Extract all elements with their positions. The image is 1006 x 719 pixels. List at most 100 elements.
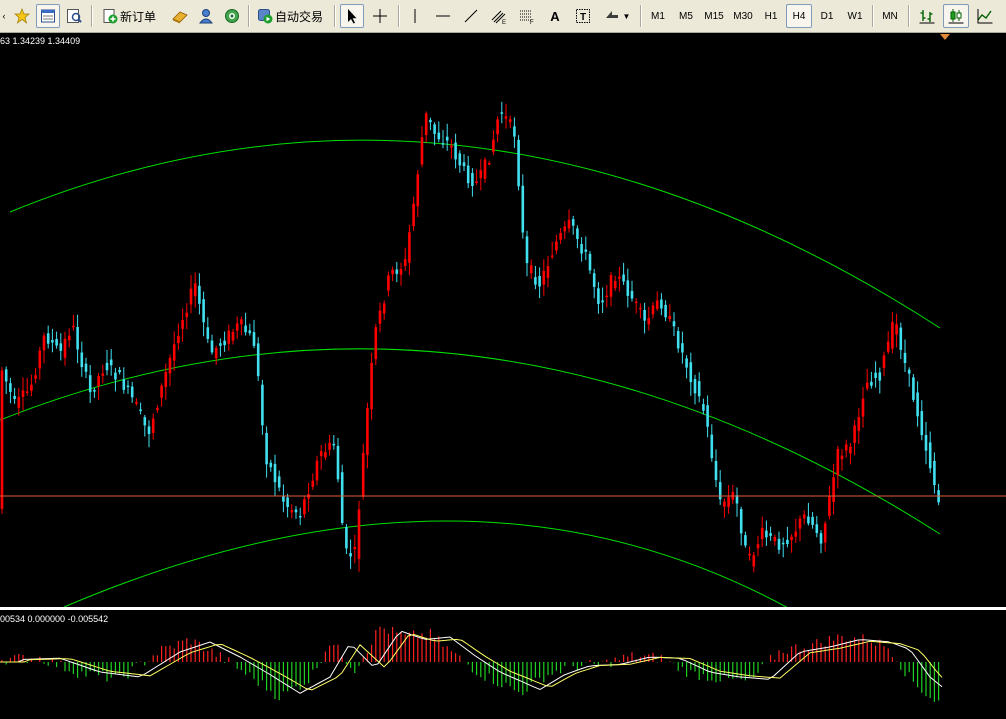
timeframe-label: W1 [847,10,863,22]
data-window-icon[interactable] [62,4,86,28]
market-watch-icon[interactable] [36,4,60,28]
candle-body [366,408,369,455]
trendline-icon[interactable] [459,4,483,28]
text-tool-icon[interactable]: A [543,4,567,28]
candle-body [504,116,508,119]
price-chart[interactable]: 63 1.34239 1.34409 [0,34,1006,607]
candle-body [609,275,613,297]
candle-body [55,339,58,346]
fibonacci-icon[interactable]: F [515,4,539,28]
candle-body [727,496,730,507]
candle-body [88,375,92,393]
timeframe-w1[interactable]: W1 [842,4,868,28]
candle-body [765,530,768,538]
candle-body [303,499,306,515]
candle-body [521,185,525,233]
toolbar-overflow-icon[interactable]: ‹ [0,4,8,28]
candle-body [25,391,29,393]
account-user-icon[interactable] [194,4,218,28]
candle-body [181,319,184,329]
candle-body [660,299,663,309]
timeframe-d1[interactable]: D1 [814,4,840,28]
candle-body [105,362,109,371]
timeframe-h4[interactable]: H4 [786,4,812,28]
candle-body [878,372,882,381]
candle-body [702,404,705,411]
candle-body [874,372,877,378]
candle-body [723,501,726,507]
timeframe-h1[interactable]: H1 [758,4,784,28]
timeframe-label: M30 [733,10,753,22]
timeframe-label: H4 [792,10,806,22]
new-order-button[interactable]: 新订单 [98,4,162,28]
candle-body [471,173,474,186]
candle-body [777,538,781,550]
candle-body [563,226,567,232]
candle-body [72,325,75,328]
signals-icon[interactable] [220,4,244,28]
candle-body [496,119,499,135]
candle-body [76,327,79,350]
candle-body [13,395,16,399]
toolbar-separator [91,5,92,27]
candlestick-chart-icon[interactable] [943,4,969,28]
arrows-dropdown-icon[interactable]: ▼ [599,4,635,28]
candle-body [210,340,214,353]
candle-body [811,516,814,525]
favorites-star-icon[interactable] [10,4,34,28]
candle-body [298,516,302,518]
bar-chart-icon[interactable] [914,4,940,28]
candle-body [38,350,42,369]
candle-body [164,372,168,387]
candle-body [177,336,180,343]
candle-body [655,300,659,309]
history-center-icon[interactable] [168,4,192,28]
candle-body [739,509,743,534]
candle-body [576,228,579,239]
candle-body [639,307,642,310]
candle-body [84,363,88,372]
new-order-icon [103,9,118,24]
candle-body [290,510,294,513]
timeframe-m5[interactable]: M5 [673,4,699,28]
candle-body [571,219,575,226]
candle-body [80,352,84,368]
candle-body [844,444,848,451]
candle-body [387,275,390,291]
candle-body [542,271,546,285]
candle-body [319,451,323,457]
toolbar-separator [640,5,641,27]
cursor-arrow-icon[interactable] [340,4,364,28]
auto-trading-button[interactable]: 自动交易 [253,4,329,28]
timeframe-m1[interactable]: M1 [645,4,671,28]
toolbar-separator [398,5,399,27]
candle-body [122,379,126,390]
timeframe-mn[interactable]: MN [877,4,903,28]
candle-body [21,390,25,397]
oscillator-subwindow[interactable]: 00534 0.000000 -0.005542 [0,610,1006,713]
candle-body [59,343,63,351]
candle-body [9,383,12,392]
equidistant-channel-icon[interactable]: E [487,4,511,28]
horizontal-line-icon[interactable] [431,4,455,28]
candle-body [525,236,529,264]
candle-body [790,536,793,541]
vertical-line-icon[interactable] [403,4,427,28]
candle-body [189,288,193,305]
candle-body [370,363,373,410]
svg-text:E: E [502,20,506,24]
line-chart-icon[interactable] [972,4,998,28]
candle-body [109,359,113,366]
candle-body [492,139,495,152]
candle-body [378,310,382,324]
timeframe-m15[interactable]: M15 [700,4,728,28]
crosshair-icon[interactable] [368,4,392,28]
text-label-icon[interactable]: T [571,4,595,28]
timeframe-label: M1 [651,10,665,22]
candle-body [643,309,646,321]
candle-body [828,496,831,516]
candle-body [198,285,201,304]
candle-body [891,322,894,349]
candle-body [412,203,415,227]
timeframe-m30[interactable]: M30 [729,4,757,28]
